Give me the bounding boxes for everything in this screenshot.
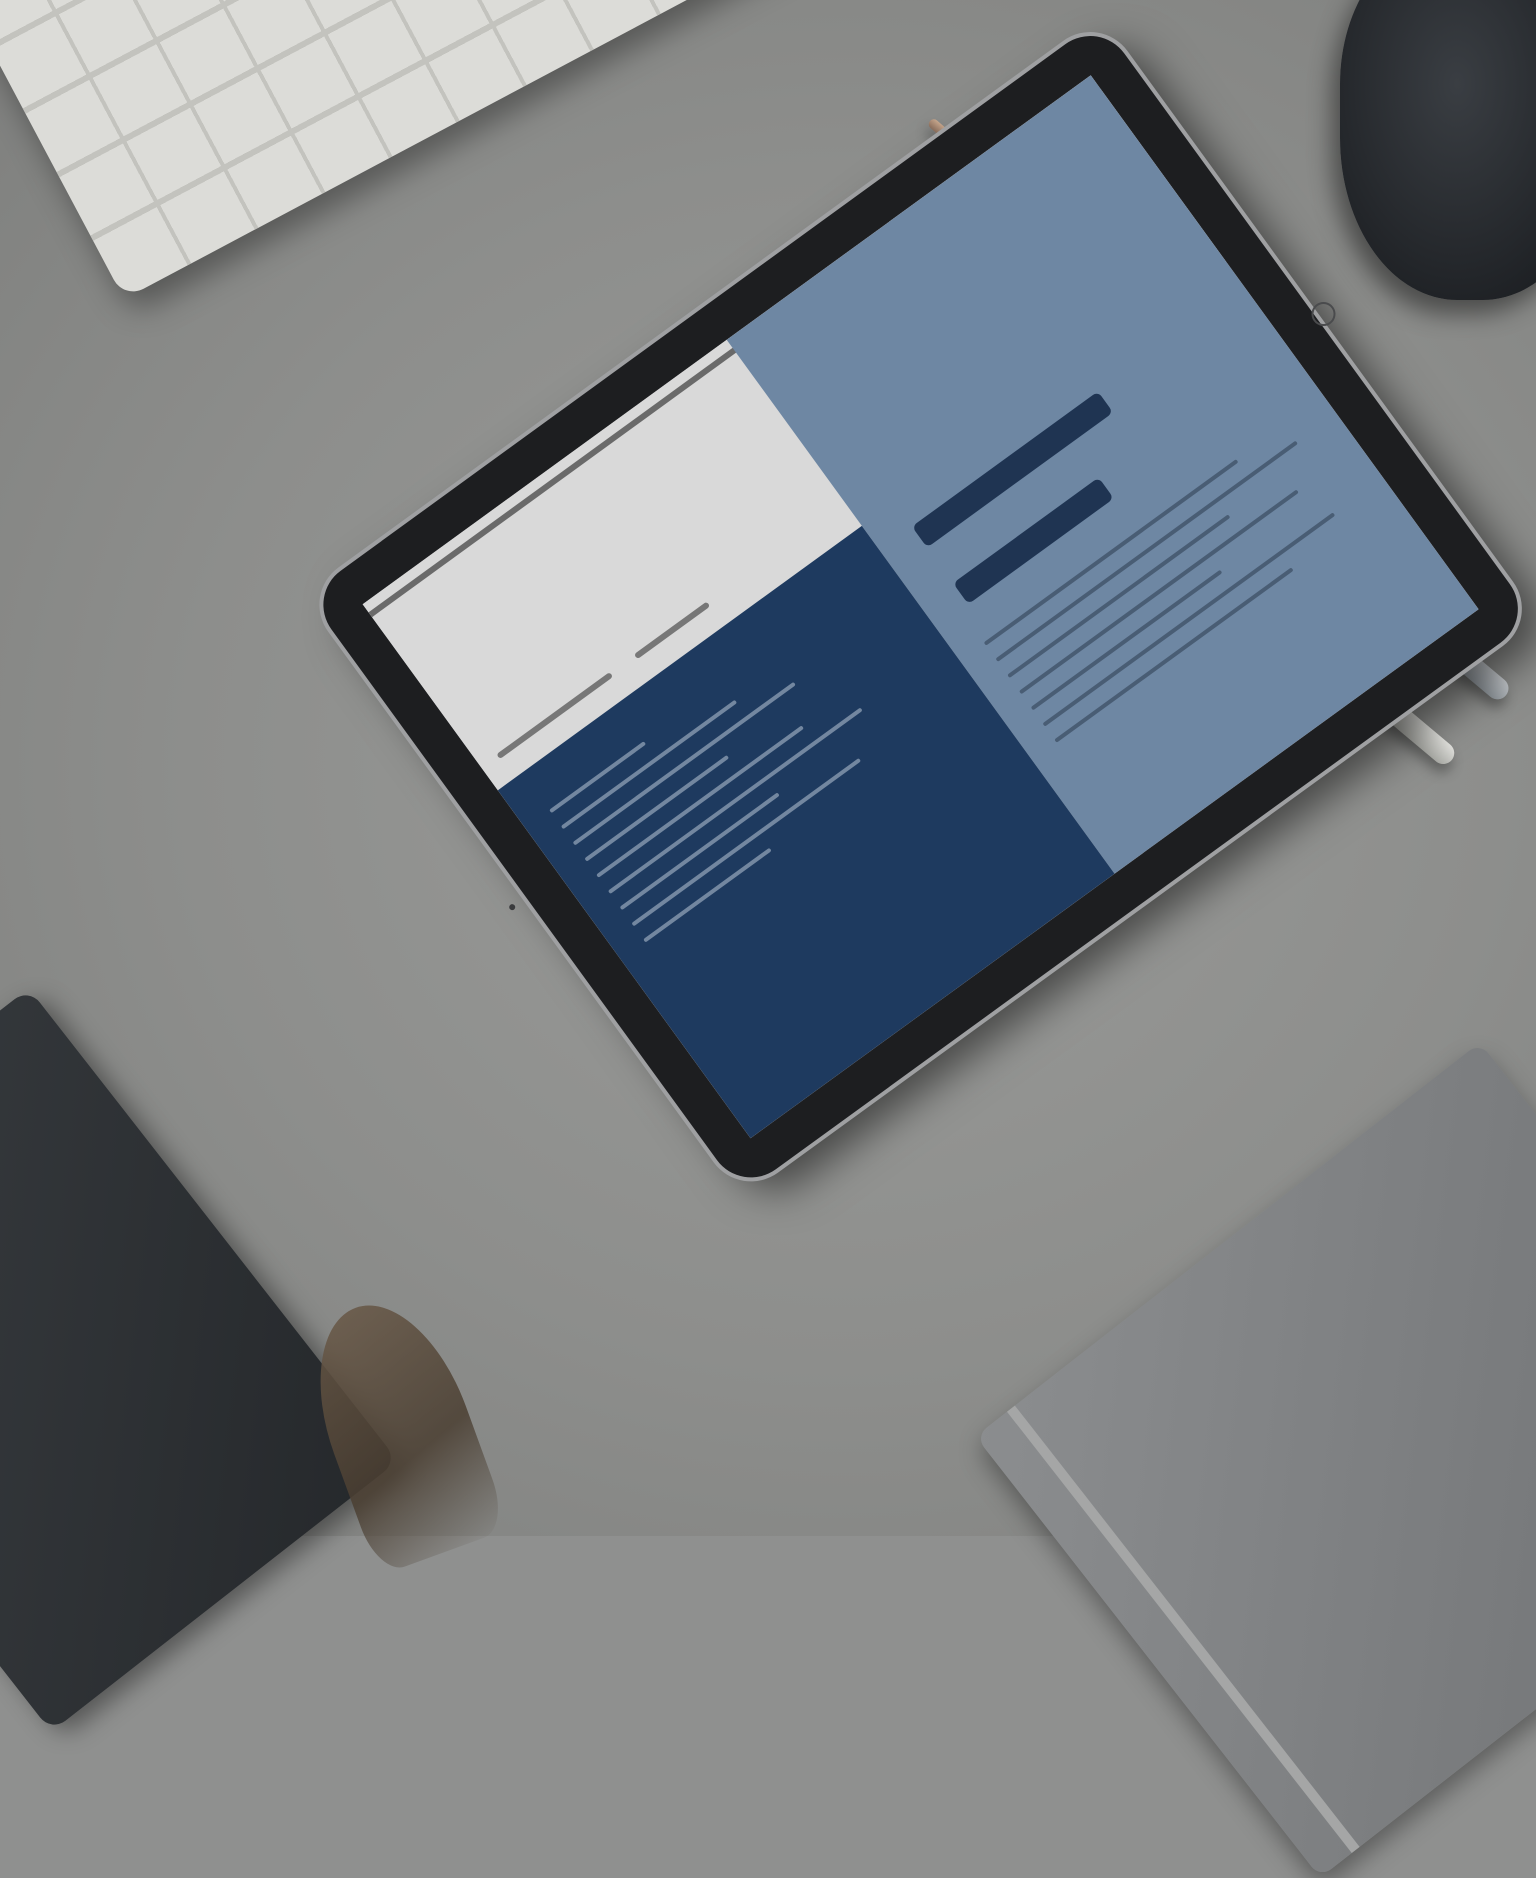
text-line (631, 758, 861, 927)
text-line (619, 792, 780, 911)
text-line (607, 707, 863, 895)
tablet: ✱ (228, 19, 1535, 1280)
camera-icon (508, 902, 517, 912)
search-bar[interactable] (911, 391, 1114, 548)
text-line (643, 847, 772, 943)
